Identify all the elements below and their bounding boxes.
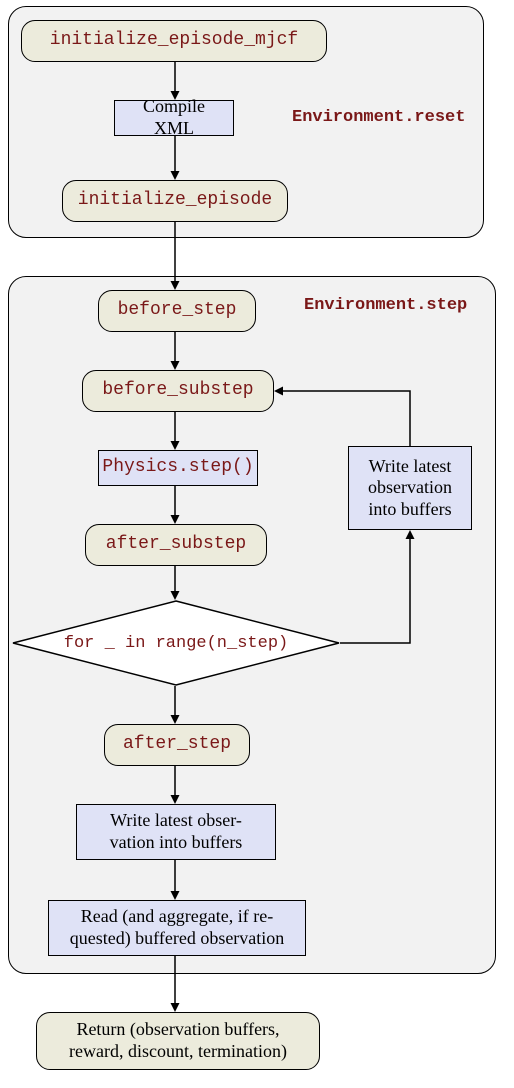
reset-panel-label: Environment.reset: [292, 108, 465, 127]
step-panel-label: Environment.step: [304, 296, 467, 315]
write-obs-label: Write latest obser- vation into buffers: [110, 810, 243, 853]
after-substep-node: after_substep: [85, 524, 267, 566]
read-obs-label: Read (and aggregate, if re- quested) buf…: [70, 906, 285, 949]
return-node: Return (observation buffers, reward, dis…: [36, 1012, 320, 1070]
init-episode-node: initialize_episode: [62, 180, 288, 222]
read-obs-node: Read (and aggregate, if re- quested) buf…: [48, 900, 306, 956]
after-step-label: after_step: [123, 734, 231, 756]
before-step-label: before_step: [118, 300, 237, 322]
init-episode-label: initialize_episode: [78, 190, 272, 212]
physics-step-label: Physics.step(): [102, 457, 253, 479]
init-mjcf-node: initialize_episode_mjcf: [21, 20, 327, 62]
before-substep-label: before_substep: [102, 380, 253, 402]
compile-xml-node: Compile XML: [114, 100, 234, 136]
loop-decision: for _ in range(n_step): [12, 600, 340, 686]
return-label: Return (observation buffers, reward, dis…: [69, 1019, 287, 1062]
after-substep-label: after_substep: [106, 534, 246, 556]
physics-step-node: Physics.step(): [98, 450, 258, 486]
loop-write-obs-label: Write latest observation into buffers: [359, 456, 461, 521]
loop-decision-label: for _ in range(n_step): [12, 600, 340, 686]
compile-xml-label: Compile XML: [125, 96, 223, 139]
before-step-node: before_step: [98, 290, 256, 332]
init-mjcf-label: initialize_episode_mjcf: [50, 30, 298, 52]
loop-write-obs-node: Write latest observation into buffers: [348, 446, 472, 530]
after-step-node: after_step: [104, 724, 250, 766]
write-obs-node: Write latest obser- vation into buffers: [76, 804, 276, 860]
before-substep-node: before_substep: [82, 370, 274, 412]
